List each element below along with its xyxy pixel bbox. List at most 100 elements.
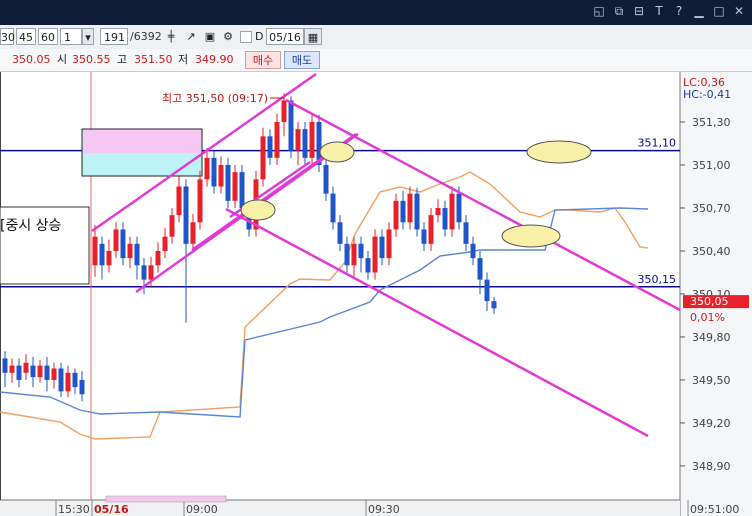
candle-body <box>484 279 490 302</box>
candle-body <box>141 265 147 280</box>
close-icon[interactable]: ✕ <box>732 3 746 19</box>
interval-60-button[interactable]: 60 <box>38 28 58 45</box>
candle-body <box>190 222 196 244</box>
candle-body <box>477 258 483 280</box>
low-price: 349.90 <box>195 53 234 66</box>
candle-body <box>456 193 462 223</box>
y-tick-label: 351,30 <box>692 116 731 129</box>
candle-body <box>92 236 98 266</box>
interval-30-button[interactable]: 30 <box>0 28 15 45</box>
candle-body <box>414 193 420 230</box>
help-icon[interactable]: ? <box>672 3 686 19</box>
candle-body <box>407 193 413 223</box>
x-tick-label: 15:30 <box>58 503 90 516</box>
calendar-icon[interactable]: ▦ <box>304 28 322 45</box>
candle-body <box>463 222 469 244</box>
candle-body <box>9 365 15 373</box>
candle-body <box>372 236 378 273</box>
candle-body <box>435 207 441 216</box>
price-chart[interactable]: [중시 상승 351,30351,00350,70350,40350,10349… <box>0 72 752 516</box>
chart-window: ◱ ⧉ ⊟ T? ▁ □ ✕ 30 45 60 1 ▾ 191 /6392 ╪ ↗ ▣ ⚙ … <box>0 0 752 516</box>
candle-body <box>379 236 385 259</box>
candle <box>309 114 315 165</box>
candle-body <box>281 100 287 122</box>
candle-body <box>120 229 126 259</box>
candle-body <box>400 200 406 223</box>
save-icon[interactable]: ▣ <box>202 28 218 45</box>
candle-body <box>274 122 280 158</box>
candle-body <box>99 243 105 266</box>
note-text: [중시 상승 <box>0 218 62 234</box>
daily-checkbox[interactable] <box>240 31 252 43</box>
candle-body <box>309 122 315 158</box>
candle <box>288 96 294 158</box>
interval-45-button[interactable]: 45 <box>16 28 36 45</box>
hline-label: 351,10 <box>638 137 677 150</box>
candle-body <box>232 172 238 201</box>
candle-body <box>72 372 78 388</box>
chevron-down-icon[interactable]: ▾ <box>82 28 94 45</box>
y-tick-label: 348,90 <box>692 460 731 473</box>
candle-body <box>148 265 154 280</box>
candle-body <box>337 222 343 244</box>
box-pink <box>83 130 201 153</box>
candle-style-icon[interactable]: ╪ <box>162 28 180 45</box>
candle-body <box>260 136 266 180</box>
candle-body <box>2 358 8 373</box>
candle-body <box>37 365 43 378</box>
candle-body <box>351 243 357 266</box>
pin-icon[interactable]: ⊟ <box>632 3 646 19</box>
high-label: 고 <box>117 53 128 66</box>
candle <box>414 187 420 237</box>
highlight-ellipse <box>319 141 355 163</box>
candle-body <box>365 258 371 273</box>
quote-bar: 350.05 시 350.55 고 351.50 저 349.90 매수 매도 <box>0 49 752 72</box>
current-price-label: 350,05 <box>690 295 729 308</box>
range-marker <box>105 495 227 503</box>
minimize-icon[interactable]: ▁ <box>692 3 706 19</box>
highlight-ellipse <box>526 140 592 164</box>
sell-button[interactable]: 매도 <box>284 51 320 69</box>
candle-body <box>197 179 203 223</box>
chart-toolbar: 30 45 60 1 ▾ 191 /6392 ╪ ↗ ▣ ⚙ D 05/16 ▦ <box>0 25 752 50</box>
candle-body <box>204 157 210 180</box>
open-label: 시 <box>57 53 68 66</box>
candle-body <box>134 243 140 266</box>
candle-body <box>239 172 245 208</box>
candle-body <box>421 229 427 244</box>
candle-body <box>302 129 308 158</box>
tile-icon[interactable]: ⧉ <box>612 3 626 19</box>
daily-label: D <box>255 30 264 43</box>
current-price: 350.05 <box>12 53 51 66</box>
hc-indicator: HC:-0,41 <box>683 88 731 101</box>
candle-body <box>79 379 85 395</box>
candle-body <box>44 365 50 380</box>
buy-button[interactable]: 매수 <box>245 51 281 69</box>
candle-body <box>16 365 22 380</box>
date-input[interactable]: 05/16 <box>266 28 304 45</box>
restore-icon[interactable]: ◱ <box>592 3 606 19</box>
candle-body <box>162 236 168 251</box>
gear-icon[interactable]: ⚙ <box>220 28 236 45</box>
y-tick-label: 350,70 <box>692 202 731 215</box>
maximize-icon[interactable]: □ <box>712 3 726 19</box>
candle-body <box>169 215 175 237</box>
candle <box>372 229 378 280</box>
period-select[interactable]: 1 <box>60 28 82 45</box>
candle-body <box>330 193 336 223</box>
y-tick-label: 349,50 <box>692 374 731 387</box>
count-input[interactable]: 191 <box>100 28 128 45</box>
candle-body <box>58 368 64 392</box>
candle-body <box>211 157 217 187</box>
candle-body <box>386 229 392 259</box>
font-icon[interactable]: T <box>652 3 666 19</box>
title-bar: ◱ ⧉ ⊟ T? ▁ □ ✕ <box>0 0 752 25</box>
line-style-icon[interactable]: ↗ <box>182 28 200 45</box>
candle-body <box>491 301 497 309</box>
candle-body <box>65 372 71 392</box>
y-tick-label: 349,80 <box>692 331 731 344</box>
x-tick-label: 09:00 <box>186 503 218 516</box>
candle-body <box>295 129 301 151</box>
candle-body <box>358 243 364 259</box>
count-total: /6392 <box>130 30 162 43</box>
